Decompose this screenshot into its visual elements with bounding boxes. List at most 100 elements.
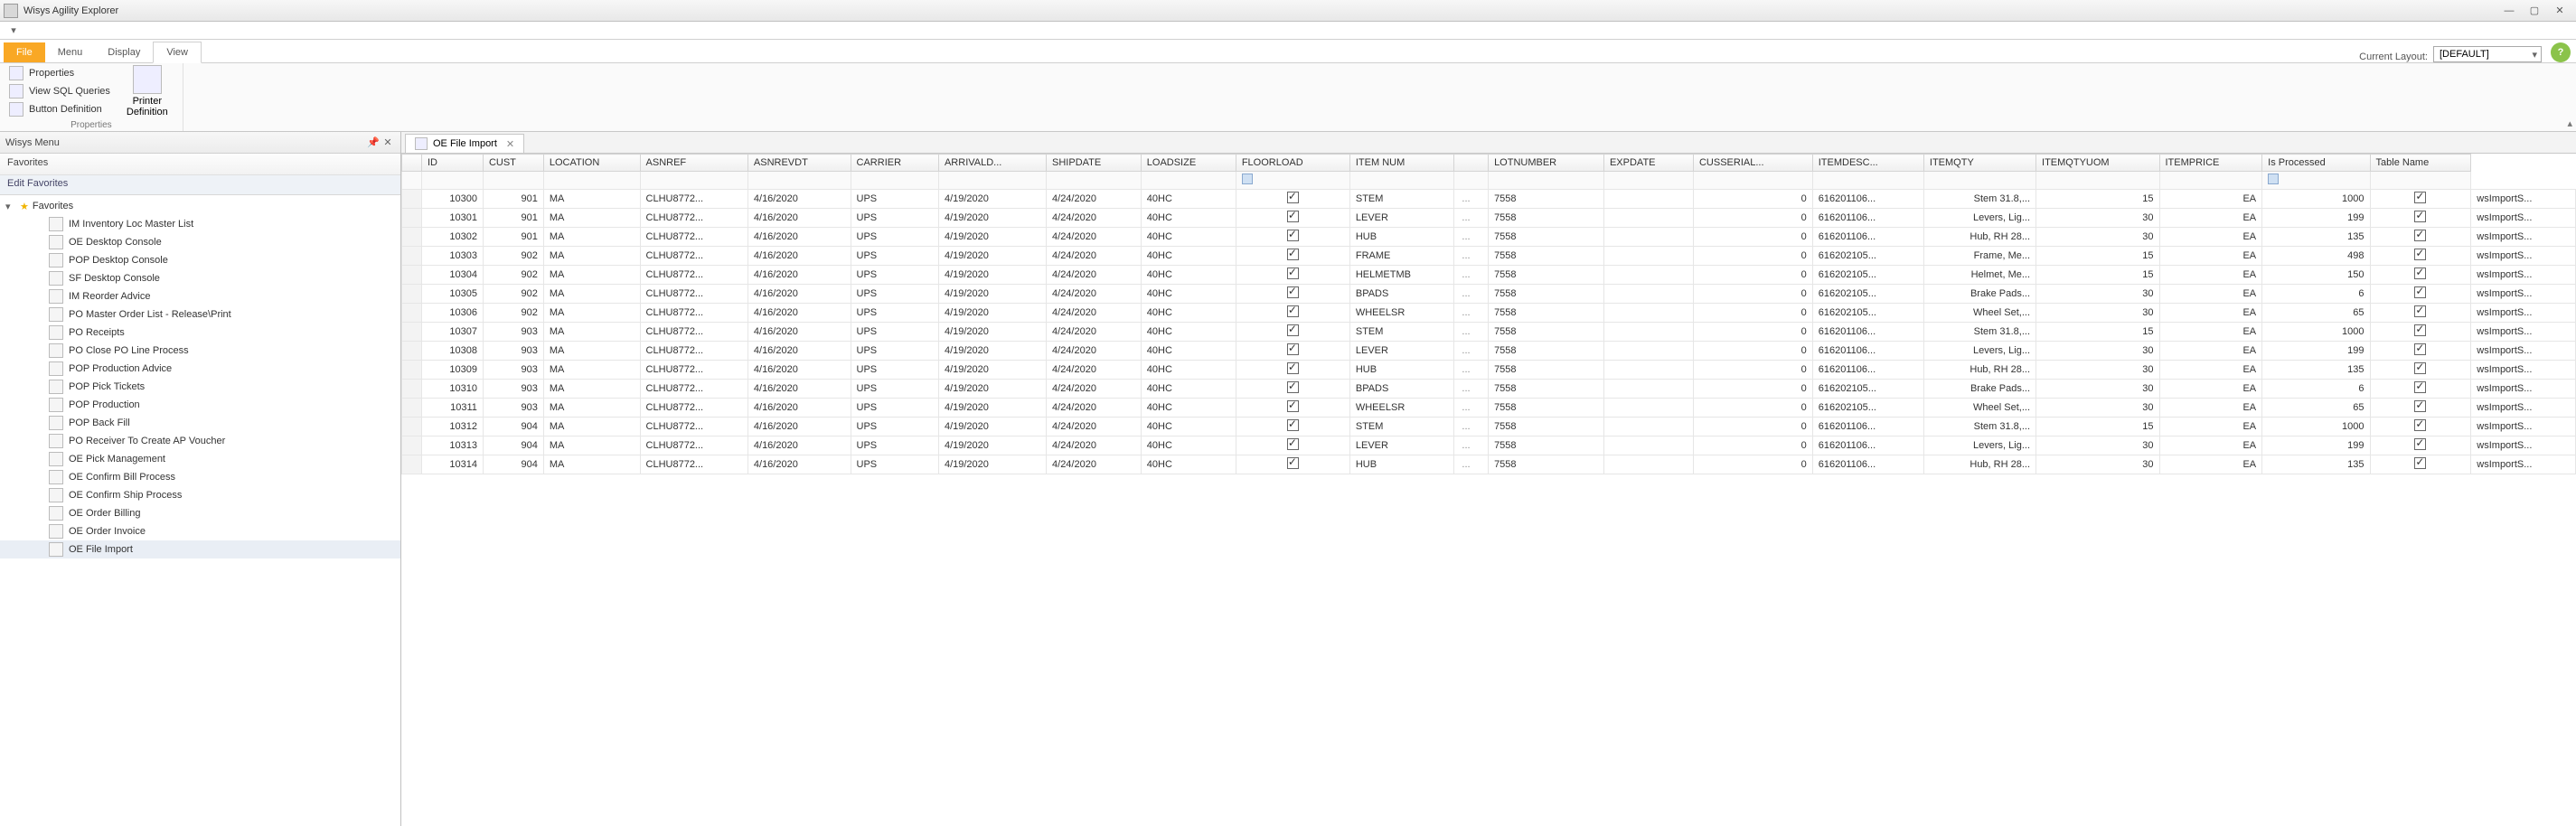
filter-cell[interactable] [422,172,484,190]
table-cell[interactable]: CLHU8772... [640,342,747,361]
table-cell[interactable]: 616202105... [1812,247,1923,266]
filter-cell[interactable] [1693,172,1812,190]
table-row[interactable]: 10308903MACLHU8772...4/16/2020UPS4/19/20… [402,342,2576,361]
table-cell[interactable]: Hub, RH 28... [1923,455,2035,474]
table-cell[interactable]: wsImportS... [2471,361,2576,380]
table-cell[interactable]: CLHU8772... [640,380,747,399]
table-cell[interactable]: ... [1454,455,1489,474]
column-header[interactable]: LOTNUMBER [1489,155,1604,172]
table-cell[interactable]: EA [2159,342,2262,361]
table-cell[interactable]: MA [543,361,640,380]
table-cell[interactable]: 15 [2036,190,2159,209]
table-cell[interactable] [1603,266,1693,285]
table-cell[interactable]: 40HC [1141,266,1236,285]
table-cell[interactable] [2370,399,2471,418]
table-cell[interactable] [2370,247,2471,266]
table-cell[interactable] [2370,342,2471,361]
ribbon-button-definition[interactable]: Button Definition [7,101,112,117]
ribbon-collapse-icon[interactable]: ▴ [2567,117,2572,129]
table-cell[interactable] [2370,361,2471,380]
table-cell[interactable]: Levers, Lig... [1923,342,2035,361]
table-cell[interactable]: 4/24/2020 [1047,380,1142,399]
table-cell[interactable]: 7558 [1489,380,1604,399]
column-header[interactable]: ID [422,155,484,172]
checkbox-icon[interactable] [2414,457,2426,469]
table-cell[interactable] [1236,285,1349,304]
table-cell[interactable]: LEVER [1349,436,1454,455]
table-cell[interactable]: ... [1454,380,1489,399]
table-cell[interactable]: WHEELSR [1349,399,1454,418]
filter-cell[interactable] [851,172,938,190]
column-header[interactable]: ITEMPRICE [2159,155,2262,172]
table-cell[interactable] [1236,190,1349,209]
table-cell[interactable]: 40HC [1141,190,1236,209]
checkbox-icon[interactable] [2414,381,2426,393]
table-cell[interactable]: EA [2159,304,2262,323]
tree-item[interactable]: POP Pick Tickets [0,378,400,396]
table-cell[interactable]: 616202105... [1812,399,1923,418]
filter-cell[interactable] [747,172,851,190]
table-cell[interactable]: Levers, Lig... [1923,436,2035,455]
table-cell[interactable]: 7558 [1489,266,1604,285]
table-cell[interactable]: 4/16/2020 [747,247,851,266]
table-cell[interactable]: 10308 [422,342,484,361]
column-header[interactable]: EXPDATE [1603,155,1693,172]
table-cell[interactable]: Hub, RH 28... [1923,228,2035,247]
ellipsis-icon[interactable]: ... [1460,193,1470,204]
tree-item[interactable]: POP Back Fill [0,414,400,432]
tree-item[interactable]: OE File Import [0,540,400,558]
table-cell[interactable]: MA [543,285,640,304]
filter-cell[interactable] [2370,172,2471,190]
table-row[interactable]: 10309903MACLHU8772...4/16/2020UPS4/19/20… [402,361,2576,380]
table-cell[interactable]: ... [1454,247,1489,266]
filter-cell[interactable] [543,172,640,190]
table-cell[interactable]: 616201106... [1812,361,1923,380]
table-cell[interactable]: 135 [2262,455,2370,474]
table-cell[interactable]: 901 [483,190,543,209]
table-row[interactable]: 10313904MACLHU8772...4/16/2020UPS4/19/20… [402,436,2576,455]
table-cell[interactable]: 15 [2036,247,2159,266]
column-header[interactable]: FLOORLOAD [1236,155,1349,172]
pin-icon[interactable]: 📌 [366,136,381,148]
filter-checkbox-icon[interactable] [2268,174,2279,184]
table-cell[interactable]: 0 [1693,266,1812,285]
checkbox-icon[interactable] [2414,211,2426,222]
table-cell[interactable]: 7558 [1489,342,1604,361]
table-cell[interactable]: 199 [2262,342,2370,361]
table-cell[interactable] [1236,455,1349,474]
table-cell[interactable]: 4/19/2020 [938,228,1046,247]
table-cell[interactable] [2370,228,2471,247]
table-cell[interactable]: Stem 31.8,... [1923,190,2035,209]
ellipsis-icon[interactable]: ... [1460,326,1470,337]
table-cell[interactable]: 4/24/2020 [1047,323,1142,342]
table-cell[interactable]: STEM [1349,418,1454,436]
table-cell[interactable]: 0 [1693,247,1812,266]
table-cell[interactable]: 1000 [2262,323,2370,342]
edit-favorites[interactable]: Edit Favorites [0,175,400,195]
table-cell[interactable]: 10314 [422,455,484,474]
checkbox-icon[interactable] [2414,419,2426,431]
table-cell[interactable]: 40HC [1141,361,1236,380]
table-cell[interactable]: STEM [1349,323,1454,342]
table-cell[interactable]: CLHU8772... [640,190,747,209]
checkbox-icon[interactable] [2414,438,2426,450]
table-cell[interactable]: 616201106... [1812,436,1923,455]
table-cell[interactable]: 616201106... [1812,228,1923,247]
tree-item[interactable]: POP Desktop Console [0,251,400,269]
table-cell[interactable] [402,361,422,380]
checkbox-icon[interactable] [2414,268,2426,279]
table-cell[interactable] [1603,418,1693,436]
table-cell[interactable]: MA [543,380,640,399]
favorites-bar[interactable]: Favorites [0,154,400,175]
table-cell[interactable]: 10302 [422,228,484,247]
table-cell[interactable]: 616202105... [1812,285,1923,304]
doc-tab-close-icon[interactable]: ✕ [506,138,514,150]
table-cell[interactable]: MA [543,323,640,342]
table-cell[interactable]: EA [2159,323,2262,342]
table-cell[interactable]: 7558 [1489,436,1604,455]
table-cell[interactable]: 0 [1693,380,1812,399]
checkbox-icon[interactable] [2414,400,2426,412]
table-cell[interactable]: LEVER [1349,342,1454,361]
table-cell[interactable]: 40HC [1141,285,1236,304]
table-row[interactable]: 10301901MACLHU8772...4/16/2020UPS4/19/20… [402,209,2576,228]
